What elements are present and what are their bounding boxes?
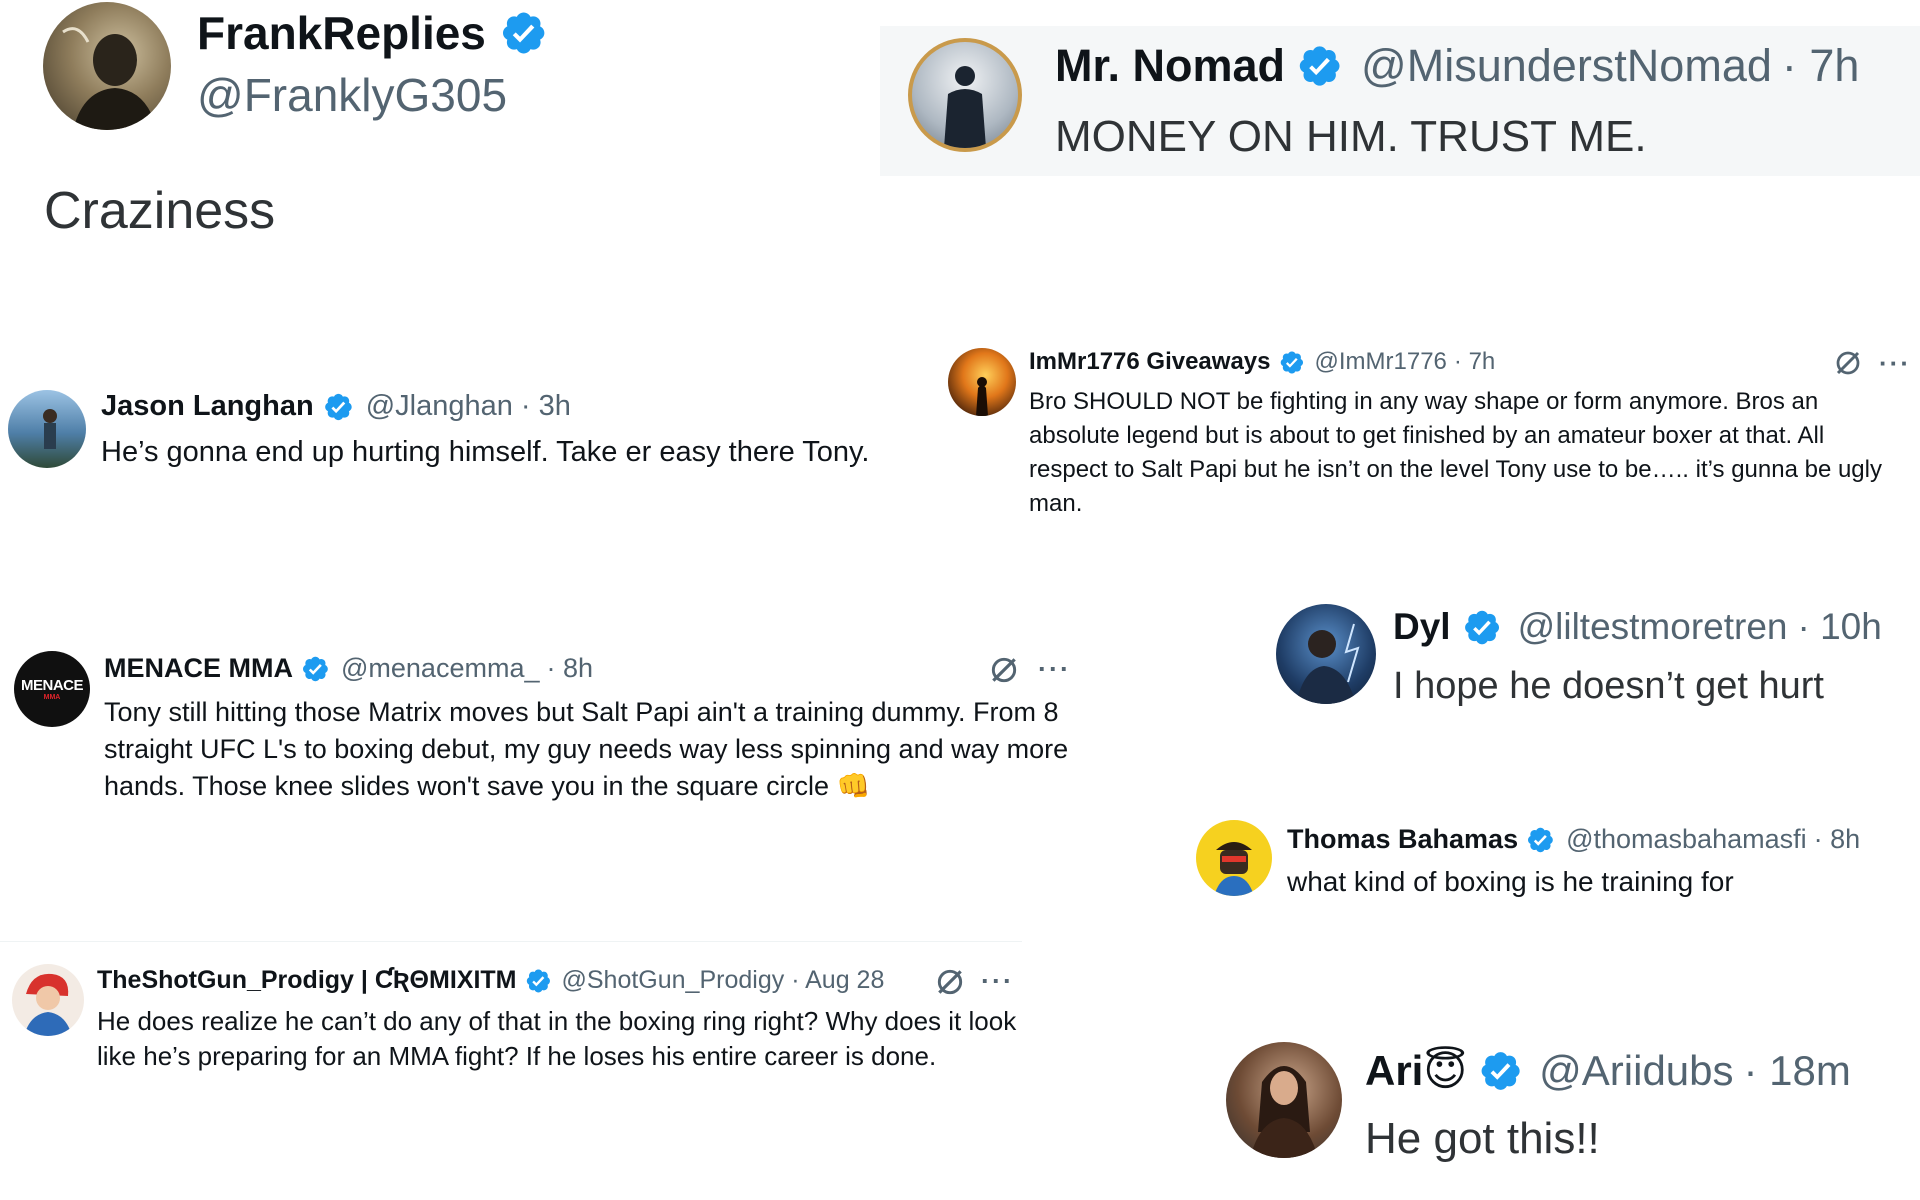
author-handle[interactable]: @liltestmoretren	[1518, 606, 1788, 648]
avatar[interactable]	[1226, 1042, 1342, 1158]
reply-nomad[interactable]: Mr. Nomad @MisunderstNomad · 7h MONEY ON…	[880, 26, 1920, 176]
man-in-suit-avatar-icon	[944, 66, 986, 148]
verified-badge-icon	[1461, 607, 1502, 648]
reply-text: He does realize he can’t do any of that …	[97, 1006, 1017, 1071]
reply-text: Bro SHOULD NOT be fighting in any way sh…	[1029, 388, 1882, 517]
verified-badge-icon	[498, 8, 548, 58]
author-name[interactable]: Mr. Nomad	[1055, 40, 1285, 92]
avatar[interactable]: MENACE MMA	[14, 651, 90, 727]
author-handle[interactable]: @ShotGun_Prodigy	[562, 966, 785, 995]
post-time[interactable]: · 18m	[1744, 1047, 1851, 1095]
woman-portrait-avatar-icon	[1250, 1066, 1318, 1158]
avatar-logo-text: MENACE	[20, 677, 84, 694]
avatar[interactable]	[8, 390, 86, 468]
avatar[interactable]	[1196, 820, 1272, 896]
reply-text: He’s gonna end up hurting himself. Take …	[101, 436, 870, 468]
post-time[interactable]: · Aug 28	[791, 966, 884, 995]
post-time[interactable]: · 10h	[1798, 606, 1882, 648]
grok-icon[interactable]	[1833, 348, 1863, 378]
anime-character-avatar-icon	[24, 973, 72, 1036]
author-handle[interactable]: @Jlanghan	[366, 390, 513, 423]
verified-badge-icon	[1477, 1048, 1523, 1094]
author-name[interactable]: TheShotGun_Prodigy | ƇƦΘΜΙΧΙTM	[97, 966, 517, 995]
person-outdoors-avatar-icon	[43, 409, 57, 449]
avatar[interactable]	[43, 2, 171, 130]
reply-text: what kind of boxing is he training for	[1287, 866, 1734, 897]
hero-portrait-avatar-icon	[1296, 623, 1360, 704]
post-time[interactable]: · 7h	[1782, 40, 1860, 92]
author-name[interactable]: Dyl	[1393, 606, 1451, 648]
author-name[interactable]: Ari😇	[1365, 1046, 1467, 1095]
avatar[interactable]	[12, 964, 84, 1036]
verified-badge-icon	[1278, 349, 1305, 376]
avatar[interactable]	[1276, 604, 1376, 704]
reply-text: I hope he doesn’t get hurt	[1393, 665, 1824, 707]
author-name[interactable]: Thomas Bahamas	[1287, 824, 1518, 855]
reply-text: MONEY ON HIM. TRUST ME.	[1055, 112, 1647, 161]
post-time[interactable]: · 3h	[521, 390, 571, 423]
author-name[interactable]: MENACE MMA	[104, 653, 293, 684]
author-handle[interactable]: @Ariidubs	[1539, 1047, 1733, 1095]
verified-badge-icon	[524, 967, 552, 995]
more-options-icon[interactable]: ···	[1879, 348, 1911, 379]
avatar-logo-subtext: MMA	[43, 694, 61, 701]
verified-badge-icon	[300, 654, 330, 684]
post-time[interactable]: · 8h	[1814, 824, 1861, 855]
author-handle[interactable]: @ImMr1776	[1315, 348, 1447, 376]
avatar[interactable]	[948, 348, 1016, 416]
author-name[interactable]: FrankReplies	[197, 6, 486, 60]
verified-badge-icon	[322, 391, 354, 423]
cartoon-character-avatar-icon	[1214, 842, 1254, 896]
verified-badge-icon	[1525, 825, 1555, 855]
post-time[interactable]: · 7h	[1454, 348, 1495, 376]
divider	[0, 941, 1022, 942]
avatar[interactable]	[908, 38, 1022, 152]
grok-icon[interactable]	[988, 654, 1020, 686]
author-handle[interactable]: @thomasbahamasfi	[1566, 824, 1807, 855]
reply-text: He got this!!	[1365, 1114, 1600, 1163]
man-portrait-avatar-icon	[62, 27, 157, 130]
author-handle[interactable]: @MisunderstNomad	[1361, 40, 1772, 92]
author-handle[interactable]: @menacemma_	[341, 653, 539, 684]
post-time[interactable]: · 8h	[546, 653, 593, 684]
author-name[interactable]: Jason Langhan	[101, 390, 314, 423]
more-options-icon[interactable]: ···	[981, 966, 1014, 997]
author-name[interactable]: ImMr1776 Giveaways	[1029, 348, 1271, 376]
author-handle[interactable]: @FranklyG305	[197, 68, 507, 122]
reply-text: Tony still hitting those Matrix moves bu…	[104, 697, 1069, 801]
silhouette-sunset-avatar-icon	[976, 377, 988, 416]
verified-badge-icon	[1295, 42, 1343, 90]
grok-icon[interactable]	[934, 966, 966, 998]
more-options-icon[interactable]: ···	[1038, 654, 1071, 685]
post-text: Craziness	[44, 182, 276, 240]
